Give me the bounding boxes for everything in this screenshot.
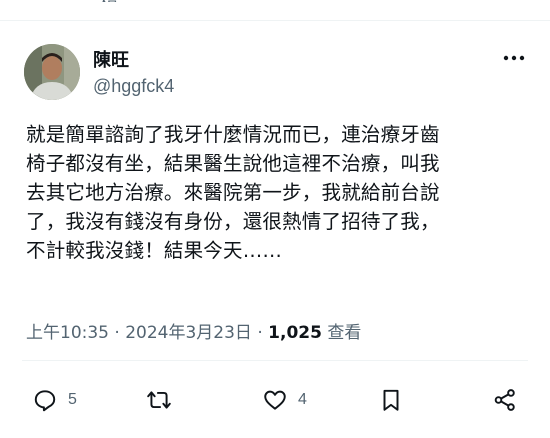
avatar-photo — [24, 44, 80, 100]
bookmark-icon — [383, 389, 399, 411]
reply-count: 5 — [68, 391, 77, 408]
like-icon — [264, 390, 286, 410]
views-label: 查看 — [321, 323, 362, 343]
bookmark-button[interactable] — [378, 386, 404, 414]
share-button[interactable] — [492, 386, 518, 414]
header-divider — [0, 20, 550, 21]
more-options-button[interactable] — [500, 48, 528, 68]
meta-separator: · — [109, 323, 126, 343]
meta-separator: · — [251, 323, 269, 343]
action-divider — [22, 360, 528, 361]
avatar[interactable] — [24, 44, 80, 100]
views-count: 1,025 — [268, 323, 322, 343]
post-time[interactable]: 上午10:35 — [26, 323, 109, 343]
tweet-text: 就是簡單諮詢了我牙什麼情況而已，連治療牙齒 椅子都沒有坐，結果醫生說他這裡不治療… — [26, 123, 440, 262]
reply-button[interactable]: 5 — [32, 386, 77, 414]
post-date[interactable]: 2024年3月23日 — [125, 323, 252, 343]
more-icon — [503, 55, 525, 61]
like-button[interactable]: 4 — [262, 386, 307, 414]
reply-icon — [34, 390, 56, 412]
author-name[interactable]: 陳旺 — [93, 46, 129, 72]
retweet-icon — [147, 391, 171, 409]
share-icon — [494, 389, 515, 411]
author-handle[interactable]: @hggfck4 — [93, 76, 174, 97]
clipped-header-text: 精 — [100, 0, 118, 2]
tweet-meta: 上午10:35 · 2024年3月23日 · 1,025 查看 — [26, 318, 361, 343]
like-count: 4 — [298, 391, 307, 408]
retweet-button[interactable] — [146, 386, 182, 414]
